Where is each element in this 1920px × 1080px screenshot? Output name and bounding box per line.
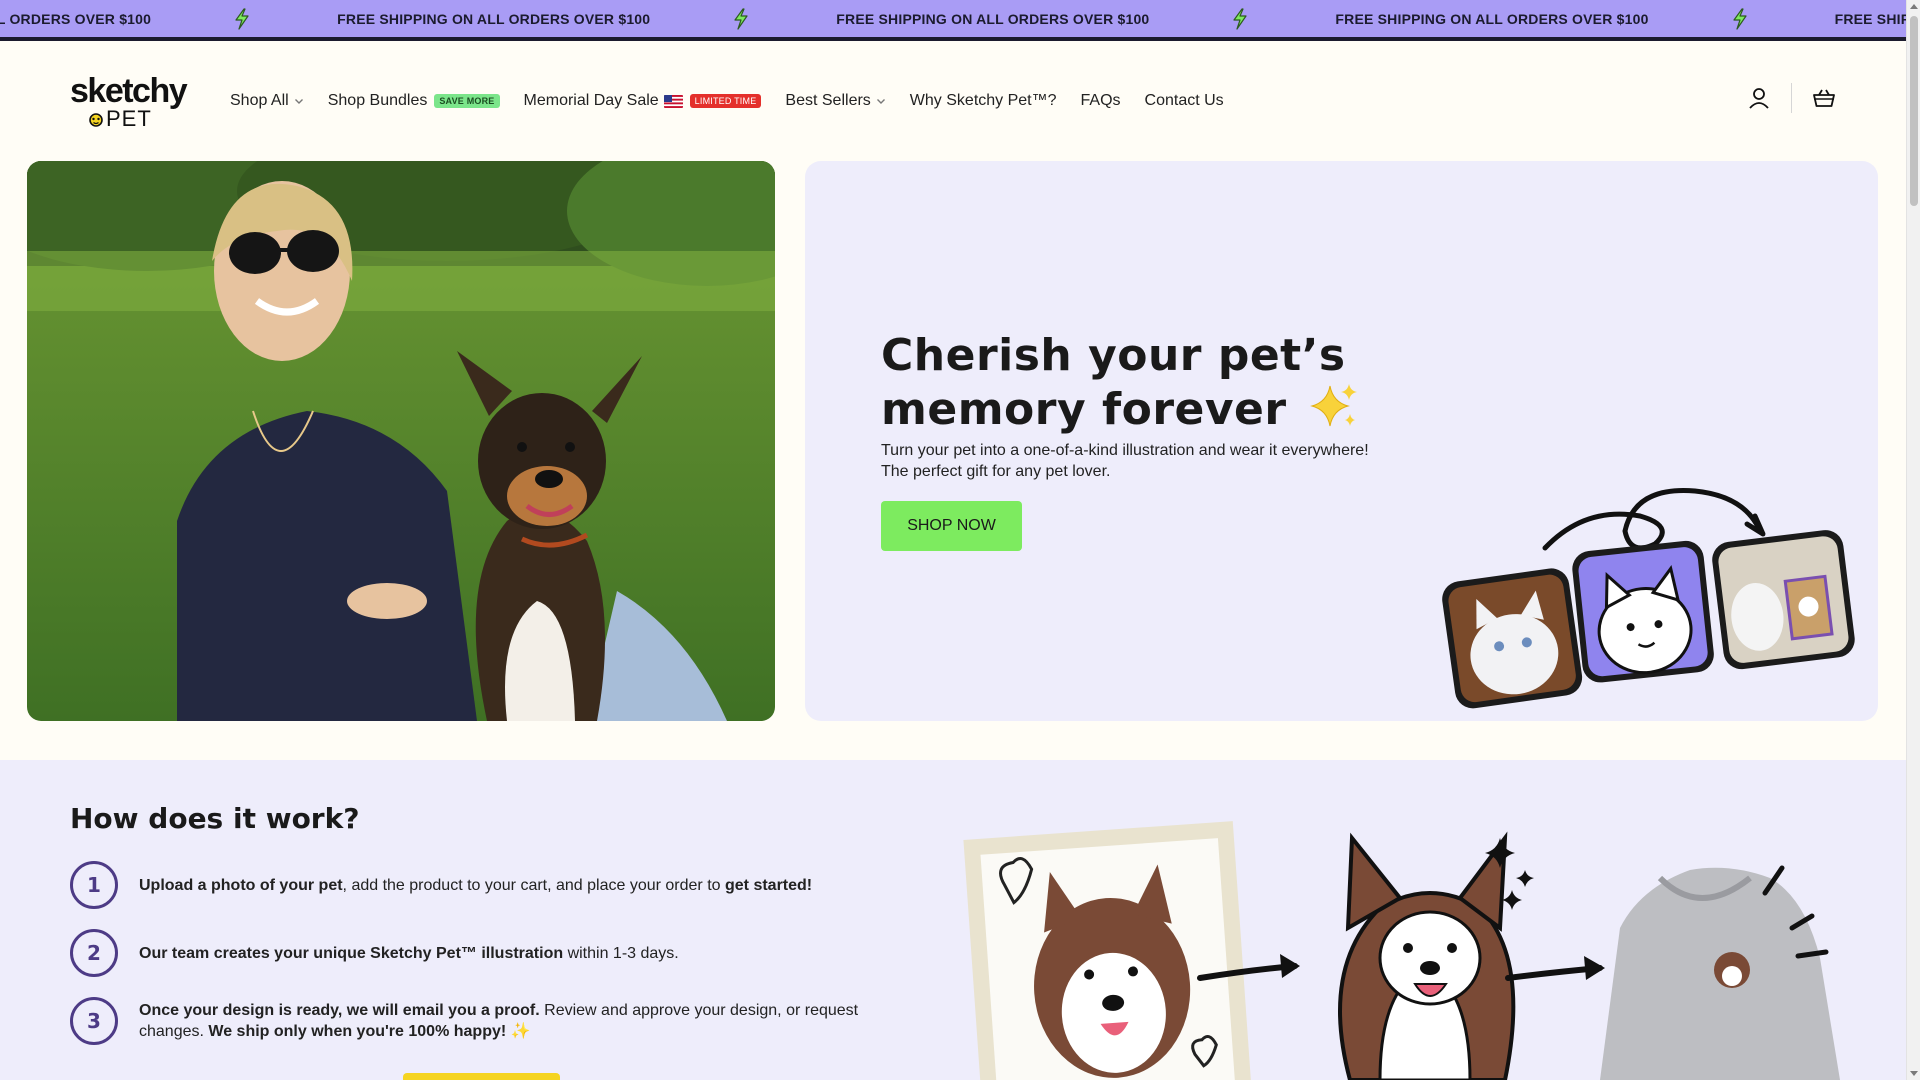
- step-text-regular: ✨: [506, 1023, 531, 1040]
- us-flag-icon: [663, 94, 683, 108]
- nav-why-sketchy-pet[interactable]: Why Sketchy Pet™?: [910, 92, 1057, 110]
- nav-contact-us[interactable]: Contact Us: [1145, 92, 1224, 110]
- step-text-bold: Once your design is ready, we will email…: [139, 1002, 540, 1019]
- header-actions: [1745, 83, 1838, 113]
- step-text-bold: Our team creates your unique Sketchy Pet…: [139, 944, 564, 962]
- step-3: 3 Once your design is ready, we will ema…: [70, 997, 870, 1045]
- announcement-text: FREE SHIPPING ON ALL ORDERS OVER $100: [1834, 10, 1906, 27]
- page-scrollbar[interactable]: [1906, 0, 1920, 1080]
- husky-illustration: [1338, 831, 1534, 1080]
- step-number: 1: [70, 861, 118, 909]
- announcement-text: FREE SHIPPING ON ALL ORDERS OVER $100: [337, 10, 651, 27]
- step-text-bold: get started!: [725, 876, 813, 894]
- paw-icon: [89, 113, 103, 127]
- hero-title-line1: Cherish your pet’s: [881, 330, 1346, 381]
- step-text-regular: within 1-3 days.: [563, 944, 679, 962]
- chevron-down-icon: [876, 99, 885, 104]
- step-text: Upload a photo of your pet, add the prod…: [139, 875, 812, 896]
- nav-label: FAQs: [1080, 92, 1121, 109]
- hero-photo-art: [27, 161, 775, 721]
- step-text-bold: Upload a photo of your pet: [139, 876, 343, 894]
- step-2: 2 Our team creates your unique Sketchy P…: [70, 929, 870, 977]
- nav-label: Why Sketchy Pet™?: [909, 92, 1057, 109]
- nav-shop-bundles[interactable]: Shop Bundles SAVE MORE: [328, 92, 500, 110]
- main-nav: Shop All Shop Bundles SAVE MORE Memorial…: [230, 41, 1248, 161]
- site-logo[interactable]: sketchy PET: [70, 72, 192, 132]
- announcement-track: FREE SHIPPING ON ALL ORDERS OVER $100 FRE…: [0, 0, 1906, 37]
- hero-title: Cherish your pet’s memory forever: [881, 331, 1481, 434]
- hero-subtitle-line2: The perfect gift for any pet lover.: [881, 463, 1111, 480]
- bolt-icon: [227, 7, 257, 31]
- step-text-regular: , add the product to your cart, and plac…: [342, 876, 725, 894]
- hero-photo: [27, 161, 775, 721]
- account-icon[interactable]: [1745, 84, 1773, 112]
- shop-now-button[interactable]: SHOP NOW: [881, 501, 1022, 551]
- cart-icon[interactable]: [1810, 84, 1838, 112]
- nav-memorial-day-sale[interactable]: Memorial Day Sale LIMITED TIME: [524, 92, 762, 110]
- nav-faqs[interactable]: FAQs: [1081, 92, 1121, 110]
- step-text-bold: We ship only when you're 100% happy!: [208, 1023, 507, 1040]
- save-more-badge: SAVE MORE: [434, 94, 500, 108]
- scroll-up-arrow-icon[interactable]: [1910, 4, 1918, 9]
- logo-word-pet: PET: [106, 106, 152, 131]
- nav-label: Memorial Day Sale: [523, 92, 659, 109]
- step-text: Our team creates your unique Sketchy Pet…: [139, 943, 679, 964]
- announcement-text: FREE SHIPPING ON ALL ORDERS OVER $100: [836, 10, 1150, 27]
- site-header: sketchy PET Shop All Shop Bundles SAVE M…: [0, 41, 1906, 161]
- process-illustration: [963, 821, 1840, 1080]
- sparkles-icon: [1310, 384, 1358, 427]
- husky-photo-frame: [963, 821, 1253, 1080]
- announcement-text: FREE SHIPPING ON ALL ORDERS OVER $100: [0, 10, 152, 27]
- step-number: 3: [70, 997, 118, 1045]
- hero-subtitle-line1: Turn your pet into a one-of-a-kind illus…: [881, 442, 1369, 459]
- hero-title-line2: memory forever: [881, 384, 1287, 435]
- cat-photo-card: [1442, 568, 1583, 709]
- get-started-button[interactable]: [403, 1073, 560, 1080]
- header-divider: [1791, 83, 1792, 113]
- step-1: 1 Upload a photo of your pet, add the pr…: [70, 861, 870, 909]
- how-it-works-section: How does it work? 1 Upload a photo of yo…: [0, 760, 1906, 1080]
- limited-time-badge: LIMITED TIME: [689, 94, 762, 108]
- announcement-text: FREE SHIPPING ON ALL ORDERS OVER $100: [1335, 10, 1649, 27]
- hero-card: Cherish your pet’s memory forever Turn y…: [805, 161, 1878, 721]
- nav-label: Best Sellers: [785, 92, 871, 109]
- cat-with-product-card: [1712, 530, 1855, 670]
- bolt-icon: [1225, 7, 1255, 31]
- announcement-bar: FREE SHIPPING ON ALL ORDERS OVER $100 FRE…: [0, 0, 1906, 41]
- cat-illustration-card: [1572, 540, 1714, 683]
- step-number: 2: [70, 929, 118, 977]
- how-it-works-title: How does it work?: [70, 802, 360, 835]
- pet-transformation-illustration: [1442, 488, 1855, 709]
- bolt-icon: [1725, 7, 1755, 31]
- nav-best-sellers[interactable]: Best Sellers: [785, 92, 885, 110]
- nav-label: Contact Us: [1144, 92, 1224, 109]
- step-text: Once your design is ready, we will email…: [139, 1000, 870, 1042]
- chevron-down-icon: [294, 99, 303, 104]
- nav-label: Shop Bundles: [327, 92, 428, 109]
- scrollbar-thumb[interactable]: [1910, 16, 1918, 206]
- hoodie-product: [1600, 865, 1840, 1080]
- nav-label: Shop All: [230, 92, 289, 109]
- scroll-down-arrow-icon[interactable]: [1910, 1071, 1918, 1076]
- nav-shop-all[interactable]: Shop All: [230, 92, 304, 110]
- hero-subtitle: Turn your pet into a one-of-a-kind illus…: [881, 440, 1441, 482]
- bolt-icon: [726, 7, 756, 31]
